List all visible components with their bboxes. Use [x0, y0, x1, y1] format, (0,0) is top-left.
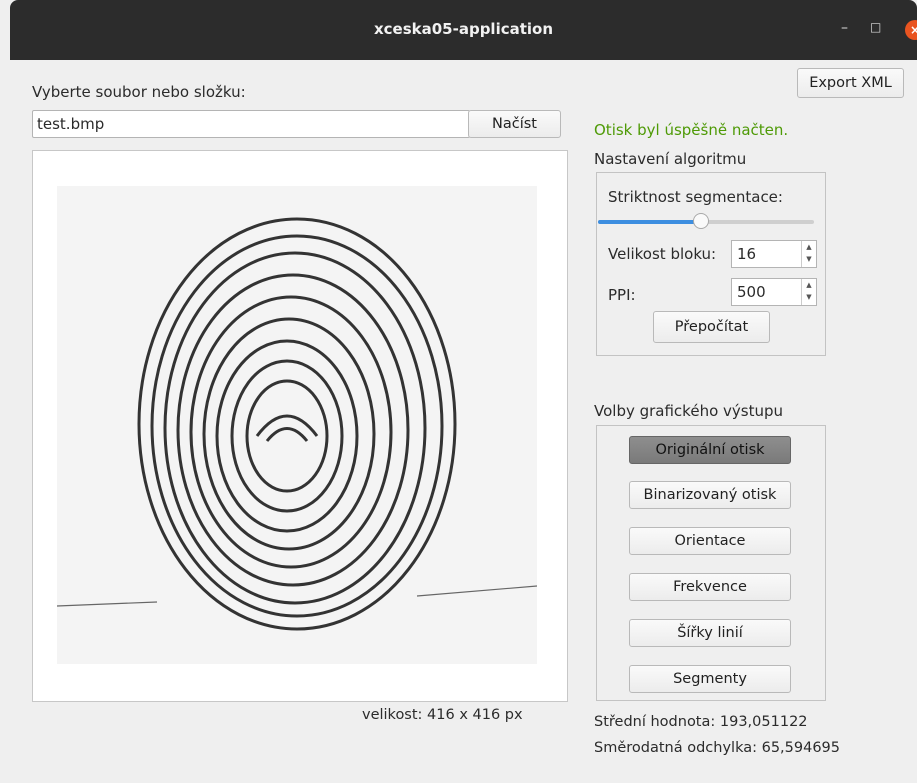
output-option-button[interactable]: Binarizovaný otisk [629, 481, 791, 509]
output-option-button[interactable]: Orientace [629, 527, 791, 555]
segmentation-label: Striktnost segmentace: [608, 188, 783, 206]
file-path-input[interactable]: test.bmp [32, 110, 470, 138]
output-options-group [596, 425, 826, 701]
window-title: xceska05-application [373, 20, 554, 38]
segmentation-slider[interactable] [598, 213, 814, 229]
output-options-title: Volby grafického výstupu [594, 402, 784, 420]
load-button[interactable]: Načíst [468, 110, 561, 138]
ppi-label: PPI: [608, 286, 636, 304]
fingerprint-image [57, 186, 537, 664]
output-option-button[interactable]: Segmenty [629, 665, 791, 693]
status-message: Otisk byl úspěšně načten. [594, 121, 789, 139]
output-option-button[interactable]: Frekvence [629, 573, 791, 601]
output-option-button[interactable]: Originální otisk [629, 436, 791, 464]
spin-arrows-icon[interactable]: ▲ ▼ [801, 241, 816, 267]
segmentation-slider-fill [598, 220, 700, 224]
std-dev-label: Směrodatná odchylka: 65,594695 [594, 740, 841, 756]
ppi-value: 500 [737, 283, 766, 301]
minimize-button[interactable]: – [841, 20, 848, 36]
export-xml-button[interactable]: Export XML [797, 68, 904, 98]
spin-arrows-icon[interactable]: ▲ ▼ [801, 279, 816, 305]
main-window: Vyberte soubor nebo složku: test.bmp Nač… [10, 60, 917, 783]
block-size-spinbox[interactable]: 16 ▲ ▼ [731, 240, 817, 268]
title-bar: xceska05-application – □ × [10, 0, 917, 60]
segmentation-slider-handle[interactable] [692, 213, 709, 229]
ppi-spinbox[interactable]: 500 ▲ ▼ [731, 278, 817, 306]
recalculate-button[interactable]: Přepočítat [653, 311, 770, 343]
maximize-button[interactable]: □ [870, 20, 881, 34]
block-size-label: Velikost bloku: [608, 245, 717, 263]
algorithm-settings-title: Nastavení algoritmu [594, 150, 747, 168]
mean-value-label: Střední hodnota: 193,051122 [594, 714, 808, 730]
file-prompt-label: Vyberte soubor nebo složku: [32, 83, 246, 101]
image-size-label: velikost: 416 x 416 px [362, 707, 523, 723]
block-size-value: 16 [737, 245, 757, 263]
image-frame [32, 150, 568, 702]
output-option-button[interactable]: Šířky linií [629, 619, 791, 647]
